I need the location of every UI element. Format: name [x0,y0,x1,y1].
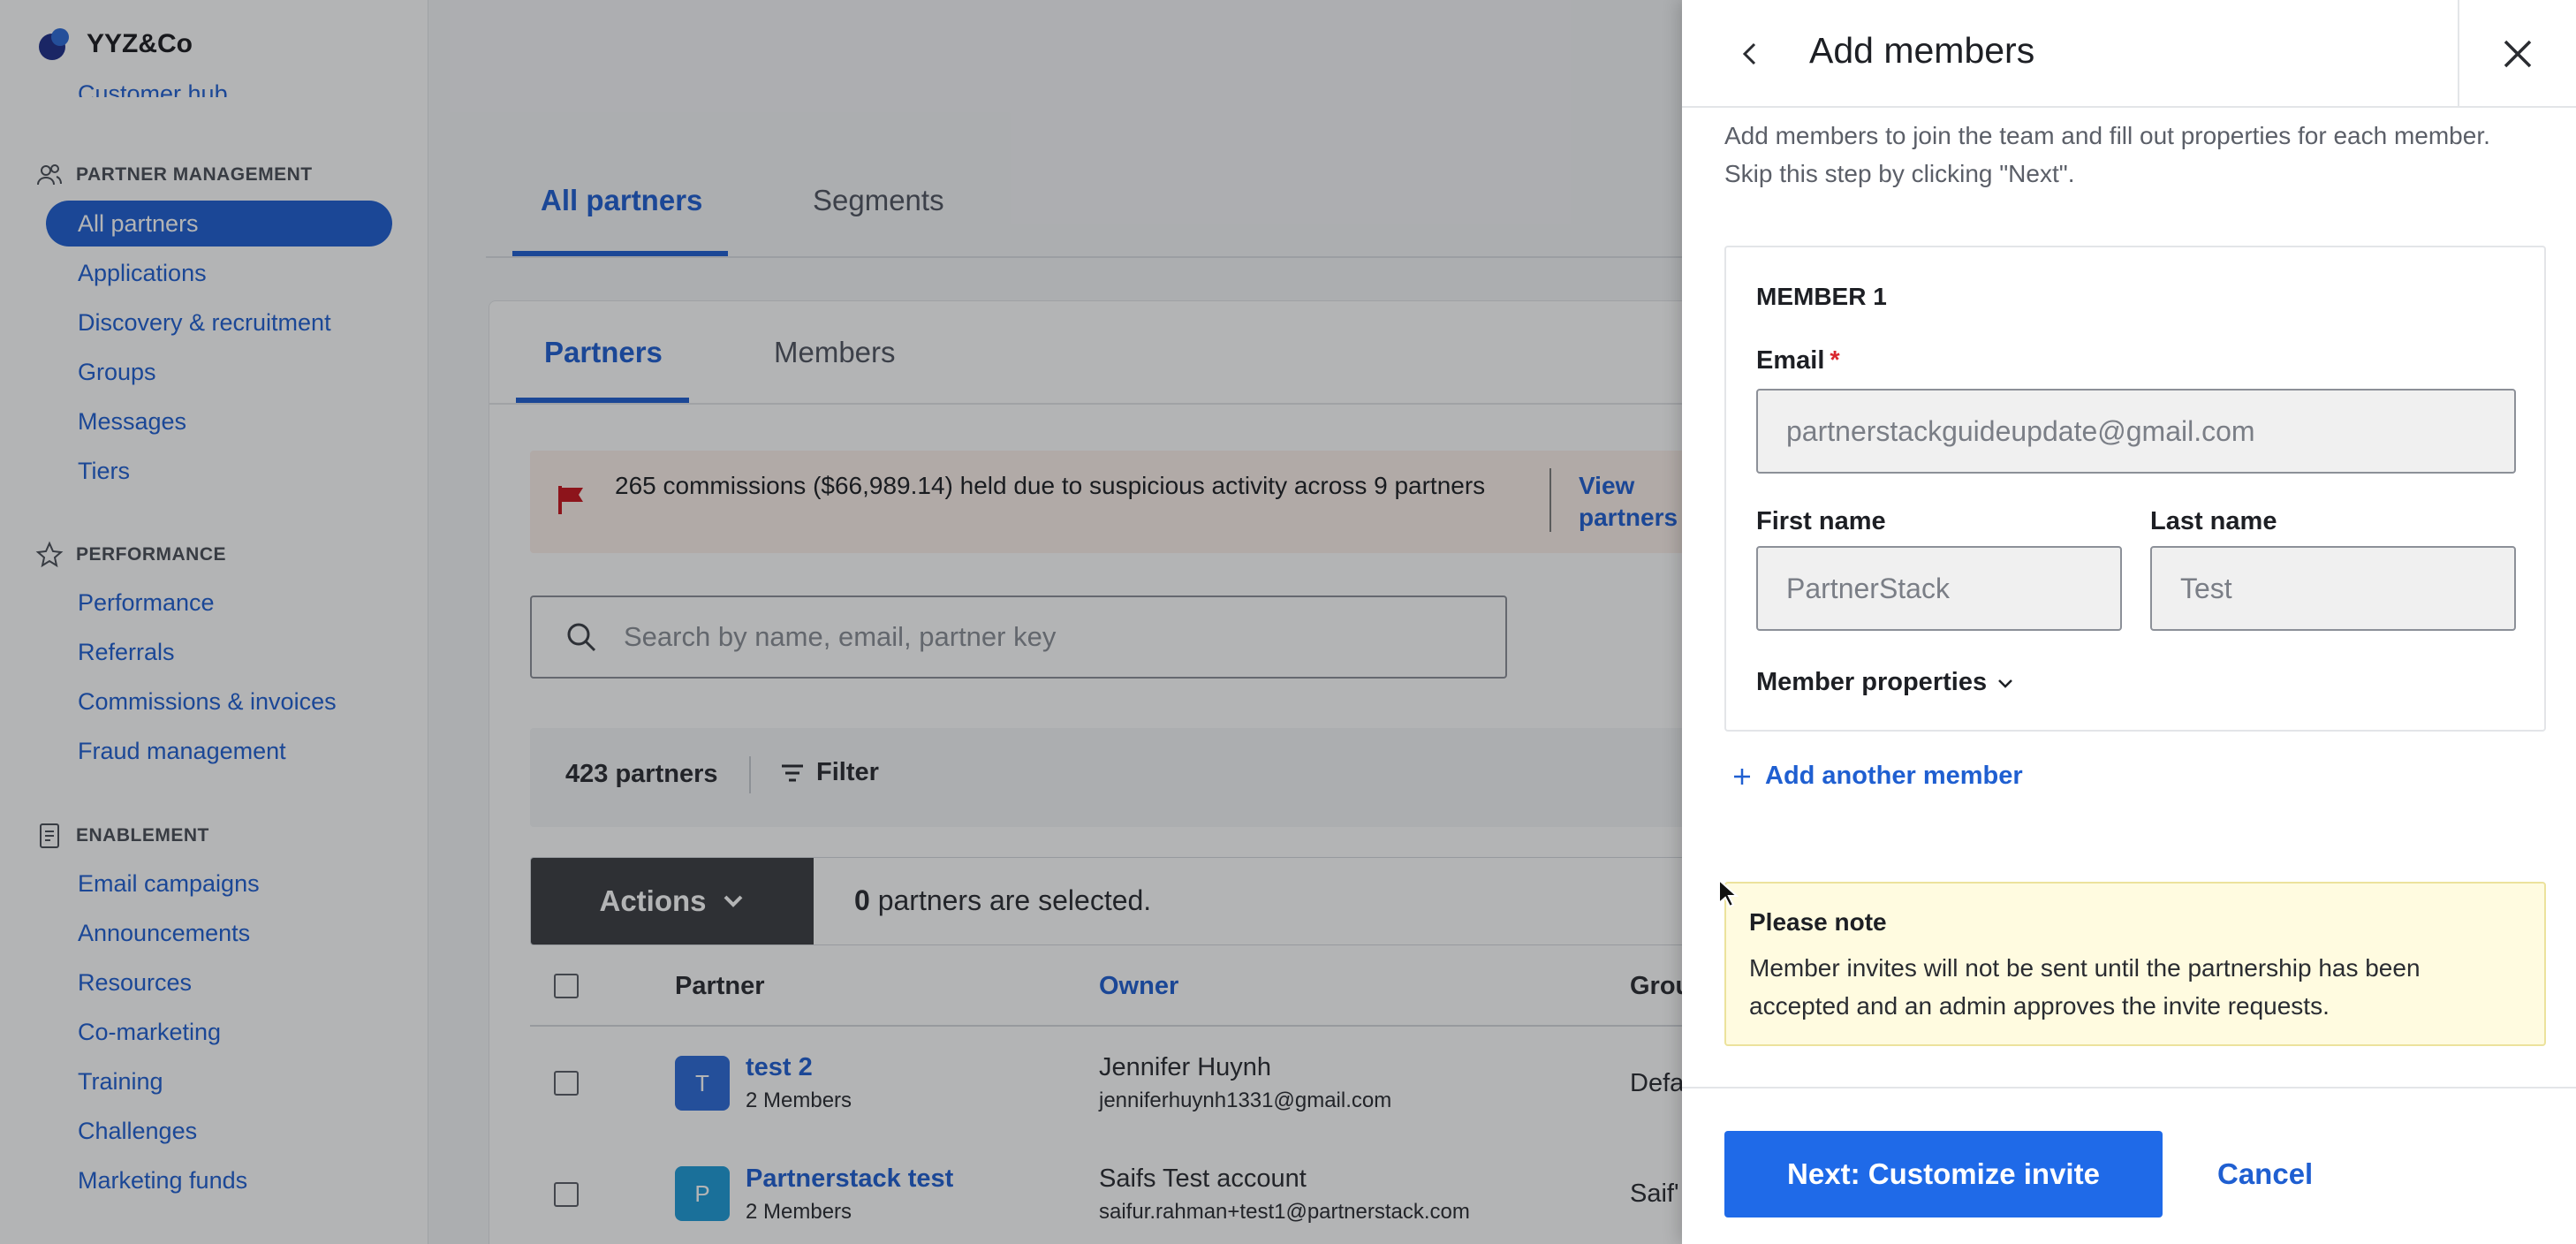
footer-divider [1682,1087,2576,1088]
required-mark: * [1830,346,1840,375]
mouse-cursor-icon [1718,878,1739,908]
please-note-callout: Please note Member invites will not be s… [1724,882,2546,1046]
first-name-label: First name [1756,507,1886,535]
member-properties-label: Member properties [1756,668,1988,696]
add-members-drawer: Add members Add members to join the team… [1682,0,2576,1244]
email-label: Email * [1756,346,1840,375]
plus-icon [1734,768,1750,785]
cancel-button[interactable]: Cancel [2217,1157,2313,1191]
email-field[interactable] [1756,389,2516,474]
note-title: Please note [1749,908,1887,936]
next-customize-invite-button[interactable]: Next: Customize invite [1724,1131,2163,1217]
member-card: MEMBER 1 Email* First name Last name Mem… [1724,246,2546,732]
chevron-left-icon [1742,42,1756,65]
note-body: Member invites will not be sent until th… [1749,954,2421,1020]
member-properties-toggle[interactable]: Member properties [1756,668,2015,697]
drawer-title: Add members [1809,30,2035,71]
back-button[interactable] [1728,32,1772,76]
modal-backdrop[interactable] [0,0,1682,1244]
close-icon [2504,40,2532,68]
add-another-member-button[interactable]: Add another member [1731,762,2023,791]
last-name-label: Last name [2150,507,2277,535]
close-button[interactable] [2458,0,2576,108]
last-name-field[interactable] [2150,546,2516,631]
chevron-down-icon [1998,679,2012,688]
member-title: MEMBER 1 [1756,283,1887,310]
drawer-header: Add members [1682,0,2576,108]
drawer-description: Add members to join the team and fill ou… [1724,122,2490,187]
email-label-text: Email [1756,346,1825,375]
add-another-label: Add another member [1765,762,2023,790]
first-name-field[interactable] [1756,546,2122,631]
